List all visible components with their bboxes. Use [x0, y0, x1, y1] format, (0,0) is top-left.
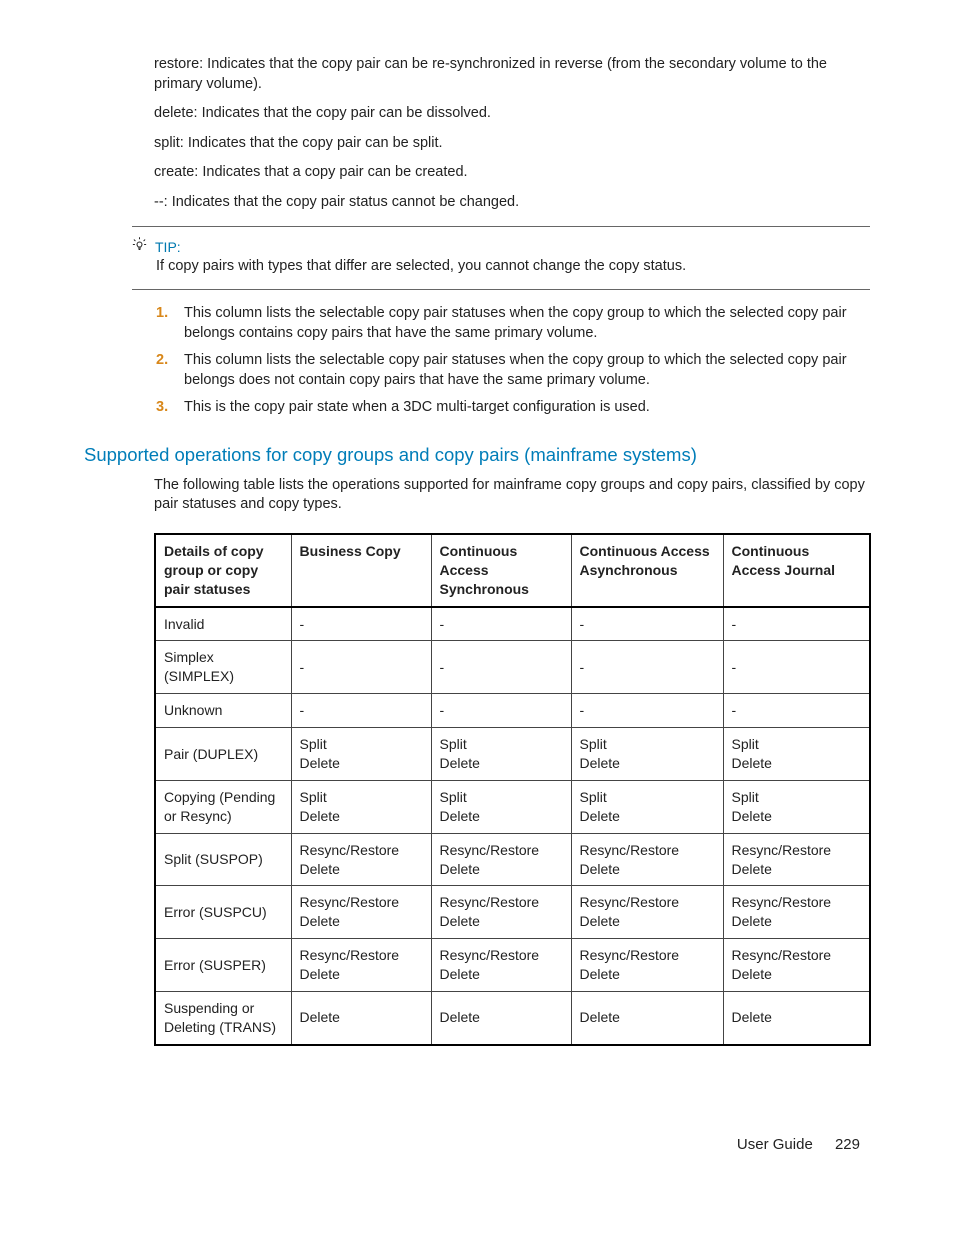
definitions-block: restore: Indicates that the copy pair ca…: [154, 55, 870, 212]
table-cell: -: [291, 694, 431, 728]
footer-title: User Guide: [737, 1136, 813, 1153]
table-cell: Resync/RestoreDelete: [291, 939, 431, 992]
tip-label: TIP:: [155, 239, 181, 255]
table-cell: -: [723, 607, 870, 641]
table-row: Split (SUSPOP)Resync/RestoreDeleteResync…: [155, 833, 870, 886]
table-cell: Resync/RestoreDelete: [723, 886, 870, 939]
table-cell: Resync/RestoreDelete: [431, 939, 571, 992]
definition-create: create: Indicates that a copy pair can b…: [154, 163, 870, 183]
table-row: Invalid----: [155, 607, 870, 641]
table-cell: Pair (DUPLEX): [155, 728, 291, 781]
table-cell: Invalid: [155, 607, 291, 641]
table-cell: Error (SUSPCU): [155, 886, 291, 939]
table-cell: Delete: [291, 992, 431, 1045]
note-item-3: This is the copy pair state when a 3DC m…: [182, 398, 870, 418]
table-cell: -: [431, 607, 571, 641]
table-cell: Copying (Pending or Resync): [155, 780, 291, 833]
table-body: Invalid----Simplex (SIMPLEX)----Unknown-…: [155, 607, 870, 1045]
header-ca-journal: Continuous Access Journal: [723, 534, 870, 607]
table-cell: SplitDelete: [571, 728, 723, 781]
table-cell: SplitDelete: [291, 780, 431, 833]
lightbulb-icon: [132, 237, 147, 255]
header-ca-sync: Continuous Access Synchronous: [431, 534, 571, 607]
page-content: restore: Indicates that the copy pair ca…: [0, 0, 954, 1213]
table-cell: Delete: [571, 992, 723, 1045]
table-cell: -: [571, 607, 723, 641]
table-cell: Split (SUSPOP): [155, 833, 291, 886]
table-cell: Resync/RestoreDelete: [723, 833, 870, 886]
definition-dashes: --: Indicates that the copy pair status …: [154, 193, 870, 213]
table-cell: Resync/RestoreDelete: [291, 886, 431, 939]
table-row: Error (SUSPCU)Resync/RestoreDeleteResync…: [155, 886, 870, 939]
table-cell: -: [571, 694, 723, 728]
note-item-2: This column lists the selectable copy pa…: [182, 351, 870, 390]
table-cell: Resync/RestoreDelete: [291, 833, 431, 886]
footer-page-number: 229: [835, 1136, 860, 1153]
table-cell: SplitDelete: [723, 728, 870, 781]
table-cell: Resync/RestoreDelete: [431, 833, 571, 886]
table-row: Simplex (SIMPLEX)----: [155, 641, 870, 694]
definition-restore: restore: Indicates that the copy pair ca…: [154, 55, 870, 94]
tip-box: TIP: If copy pairs with types that diffe…: [132, 226, 870, 290]
table-cell: -: [431, 641, 571, 694]
table-cell: SplitDelete: [723, 780, 870, 833]
table-row: Pair (DUPLEX)SplitDeleteSplitDeleteSplit…: [155, 728, 870, 781]
header-details: Details of copy group or copy pair statu…: [155, 534, 291, 607]
section-intro: The following table lists the operations…: [154, 476, 870, 515]
table-cell: Simplex (SIMPLEX): [155, 641, 291, 694]
table-cell: Resync/RestoreDelete: [571, 833, 723, 886]
table-row: Error (SUSPER)Resync/RestoreDeleteResync…: [155, 939, 870, 992]
table-cell: SplitDelete: [291, 728, 431, 781]
table-cell: Resync/RestoreDelete: [431, 886, 571, 939]
table-cell: SplitDelete: [431, 780, 571, 833]
table-cell: -: [723, 641, 870, 694]
table-cell: -: [291, 607, 431, 641]
table-cell: Suspending or Deleting (TRANS): [155, 992, 291, 1045]
table-cell: Resync/RestoreDelete: [723, 939, 870, 992]
table-cell: -: [571, 641, 723, 694]
definition-delete: delete: Indicates that the copy pair can…: [154, 104, 870, 124]
table-cell: Delete: [431, 992, 571, 1045]
table-cell: -: [431, 694, 571, 728]
note-item-1: This column lists the selectable copy pa…: [182, 304, 870, 343]
table-cell: Unknown: [155, 694, 291, 728]
table-header-row: Details of copy group or copy pair statu…: [155, 534, 870, 607]
table-row: Copying (Pending or Resync)SplitDeleteSp…: [155, 780, 870, 833]
page-footer: User Guide 229: [84, 1136, 870, 1153]
section-heading: Supported operations for copy groups and…: [84, 444, 870, 466]
header-ca-async: Continuous Access Asynchronous: [571, 534, 723, 607]
table-cell: Error (SUSPER): [155, 939, 291, 992]
notes-list: This column lists the selectable copy pa…: [154, 304, 870, 418]
table-row: Unknown----: [155, 694, 870, 728]
operations-table: Details of copy group or copy pair statu…: [154, 533, 871, 1046]
table-row: Suspending or Deleting (TRANS)DeleteDele…: [155, 992, 870, 1045]
table-cell: SplitDelete: [431, 728, 571, 781]
table-cell: -: [291, 641, 431, 694]
header-business-copy: Business Copy: [291, 534, 431, 607]
definition-split: split: Indicates that the copy pair can …: [154, 134, 870, 154]
table-cell: Resync/RestoreDelete: [571, 886, 723, 939]
table-cell: Delete: [723, 992, 870, 1045]
tip-text: If copy pairs with types that differ are…: [156, 257, 870, 277]
table-cell: SplitDelete: [571, 780, 723, 833]
table-cell: -: [723, 694, 870, 728]
table-cell: Resync/RestoreDelete: [571, 939, 723, 992]
